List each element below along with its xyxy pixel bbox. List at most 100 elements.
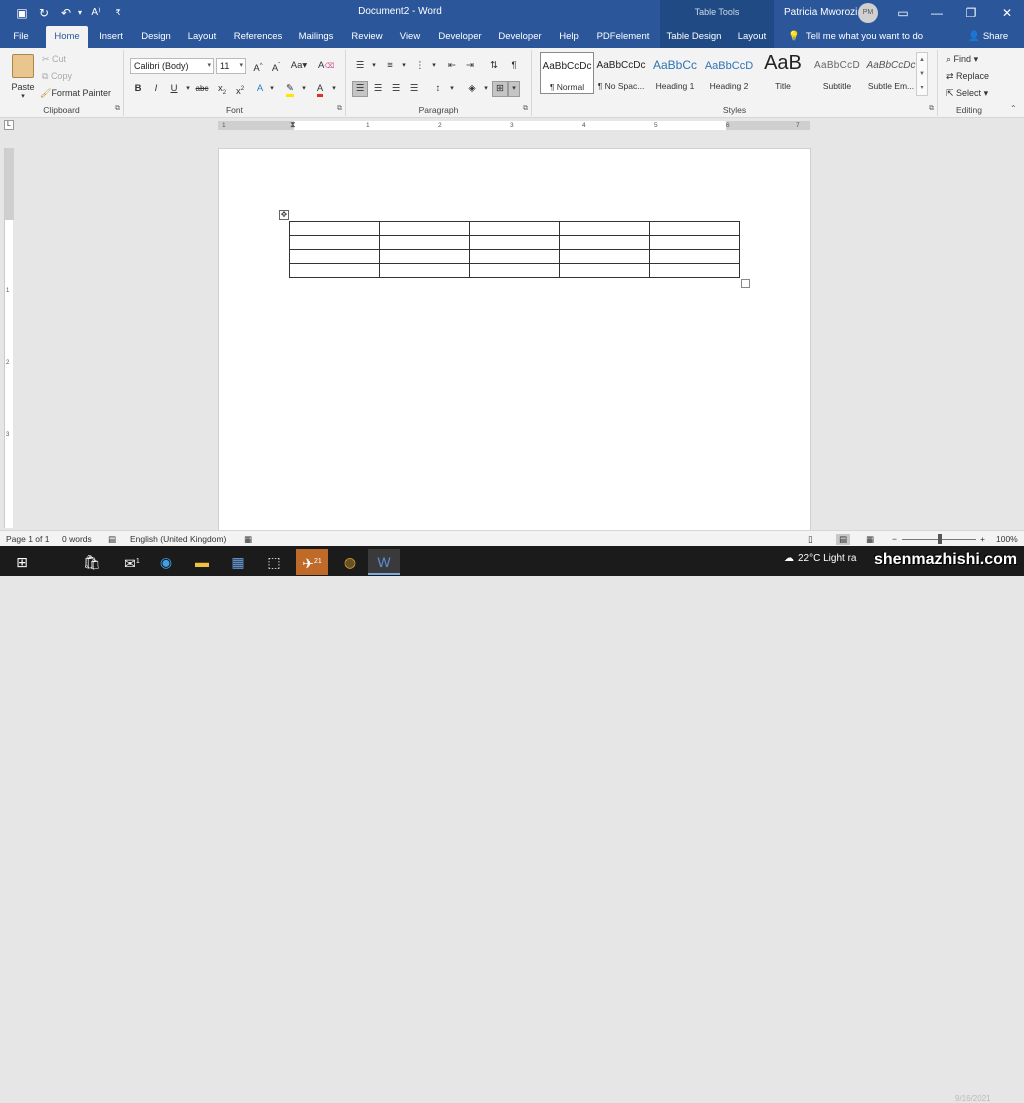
tab-insert[interactable]: Insert <box>92 26 130 48</box>
style-heading-2[interactable]: AaBbCcD Heading 2 <box>702 52 756 94</box>
proofing-icon[interactable]: ▤ <box>108 534 116 545</box>
user-avatar[interactable]: PM <box>858 3 878 23</box>
decrease-indent-icon[interactable]: ⇤ <box>444 58 460 74</box>
italic-button[interactable]: I <box>148 81 164 97</box>
edge-icon[interactable]: ◉ <box>150 549 182 575</box>
tab-view[interactable]: View <box>394 26 426 48</box>
tab-design[interactable]: Design <box>136 26 176 48</box>
calculator-icon[interactable]: ▦ <box>222 549 254 575</box>
align-right-icon[interactable]: ☰ <box>388 81 404 97</box>
collapse-ribbon-icon[interactable]: ⌃ <box>1010 104 1017 113</box>
increase-indent-icon[interactable]: ⇥ <box>462 58 478 74</box>
table-move-handle-icon[interactable]: ✥ <box>279 210 289 220</box>
file-explorer-icon[interactable]: ▬ <box>186 549 218 575</box>
clock[interactable]: 9/16/2021 <box>955 1094 991 1103</box>
share-button[interactable]: 👤 Share <box>968 26 1008 48</box>
font-size-select[interactable]: 11 ▾ <box>216 58 246 74</box>
grow-font-button[interactable]: A^ <box>250 58 266 74</box>
tab-selector-icon[interactable]: L <box>4 120 14 130</box>
app-icon[interactable]: ✈21 <box>296 549 328 575</box>
zoom-level[interactable]: 100% <box>996 534 1018 544</box>
scroll-down-icon[interactable]: ▼ <box>917 67 927 81</box>
clipboard-launcher-icon[interactable]: ⧉ <box>115 105 120 113</box>
tab-review[interactable]: Review <box>348 26 386 48</box>
subscript-button[interactable]: x2 <box>214 81 230 97</box>
bold-button[interactable]: B <box>130 81 146 97</box>
web-layout-icon[interactable]: ▦ <box>866 534 874 545</box>
line-spacing-dropdown-icon[interactable]: ▾ <box>444 81 460 97</box>
tab-table-design[interactable]: Table Design <box>664 26 724 48</box>
show-formatting-icon[interactable]: ¶ <box>506 58 522 74</box>
word-icon[interactable]: W <box>368 549 400 575</box>
user-name[interactable]: Patricia Mworozi <box>784 7 857 18</box>
align-left-icon[interactable]: ☰ <box>352 81 368 97</box>
horizontal-ruler[interactable]: 1 ⧗ 1 2 3 4 5 6 7 <box>218 121 810 130</box>
font-launcher-icon[interactable]: ⧉ <box>337 105 342 113</box>
table-resize-handle[interactable] <box>741 279 750 288</box>
page-count[interactable]: Page 1 of 1 <box>6 534 49 544</box>
tell-me-search[interactable]: 💡 Tell me what you want to do <box>788 26 923 48</box>
superscript-button[interactable]: x2 <box>232 81 248 97</box>
align-center-icon[interactable]: ☰ <box>370 81 386 97</box>
select-button[interactable]: ⇱ Select ▾ <box>946 88 988 99</box>
font-color-dropdown-icon[interactable]: ▾ <box>326 81 342 97</box>
table-cell[interactable] <box>289 221 380 236</box>
document-table[interactable] <box>289 221 740 278</box>
tab-developer[interactable]: Developer <box>434 26 486 48</box>
table-cell[interactable] <box>289 249 380 264</box>
zoom-in-icon[interactable]: + <box>980 534 985 544</box>
table-cell[interactable] <box>289 263 380 278</box>
tab-pdfelement[interactable]: PDFelement <box>594 26 652 48</box>
table-cell[interactable] <box>379 263 470 278</box>
cut-button[interactable]: ✂ Cut <box>42 54 66 65</box>
gallery-more-icon[interactable]: ▾ <box>917 81 927 95</box>
print-layout-icon[interactable]: ▤ <box>836 534 851 545</box>
save-icon[interactable]: ▣ <box>14 5 30 21</box>
style-heading-1[interactable]: AaBbCc Heading 1 <box>648 52 702 94</box>
word-count[interactable]: 0 words <box>62 534 92 544</box>
tab-mailings[interactable]: Mailings <box>294 26 338 48</box>
store-icon[interactable]: 🛍 <box>76 549 108 575</box>
justify-icon[interactable]: ☰ <box>406 81 422 97</box>
table-cell[interactable] <box>469 221 560 236</box>
replace-button[interactable]: ⇄ Replace <box>946 71 989 82</box>
style-no-spacing[interactable]: AaBbCcDc ¶ No Spac... <box>594 52 648 94</box>
zoom-slider-thumb[interactable] <box>938 534 942 544</box>
paragraph-launcher-icon[interactable]: ⧉ <box>523 105 528 113</box>
table-cell[interactable] <box>469 263 560 278</box>
paste-button[interactable]: Paste ▾ <box>8 52 38 100</box>
table-cell[interactable] <box>379 221 470 236</box>
table-cell[interactable] <box>289 235 380 250</box>
table-cell[interactable] <box>649 235 740 250</box>
table-cell[interactable] <box>559 235 650 250</box>
table-cell[interactable] <box>379 235 470 250</box>
windows-start-icon[interactable]: ⊞ <box>6 549 38 575</box>
clear-formatting-icon[interactable]: A⌫ <box>318 58 334 74</box>
styles-launcher-icon[interactable]: ⧉ <box>929 105 934 113</box>
style-subtle-emphasis[interactable]: AaBbCcDc Subtle Em... <box>864 52 918 94</box>
shrink-font-button[interactable]: Aˇ <box>268 58 284 74</box>
read-mode-icon[interactable]: ▯ <box>808 534 813 545</box>
language-indicator[interactable]: English (United Kingdom) <box>130 534 226 544</box>
table-cell[interactable] <box>469 235 560 250</box>
chrome-icon[interactable]: ◍ <box>334 549 366 575</box>
zoom-out-icon[interactable]: − <box>892 534 897 544</box>
text-effects-dropdown-icon[interactable]: ▾ <box>264 81 280 97</box>
indent-marker-icon[interactable]: ⧗ <box>290 121 296 129</box>
table-cell[interactable] <box>559 249 650 264</box>
table-cell[interactable] <box>559 221 650 236</box>
snipping-tool-icon[interactable]: ⬚ <box>258 549 290 575</box>
table-cell[interactable] <box>559 263 650 278</box>
tab-file[interactable]: File <box>4 26 38 48</box>
sort-icon[interactable]: ⇅ <box>486 58 502 74</box>
style-normal[interactable]: AaBbCcDc ¶ Normal <box>540 52 594 94</box>
scroll-up-icon[interactable]: ▲ <box>917 53 927 67</box>
format-painter-button[interactable]: 🖌Format Painter <box>40 88 111 99</box>
read-aloud-icon[interactable]: A⁾ <box>88 5 104 21</box>
find-button[interactable]: ⌕ Find ▾ <box>946 54 978 65</box>
table-cell[interactable] <box>379 249 470 264</box>
tab-references[interactable]: References <box>230 26 286 48</box>
table-cell[interactable] <box>649 263 740 278</box>
undo-dropdown-icon[interactable]: ▾ <box>72 5 88 21</box>
borders-dropdown-icon[interactable]: ▾ <box>508 81 520 97</box>
